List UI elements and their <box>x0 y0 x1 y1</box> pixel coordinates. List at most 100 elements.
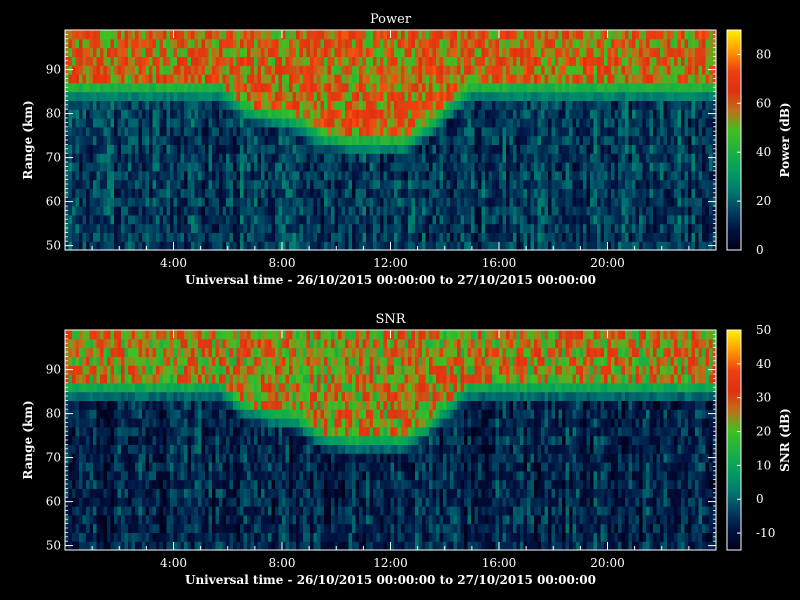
heatmap-cell <box>226 188 231 198</box>
heatmap-cell <box>229 100 234 110</box>
heatmap-cell <box>422 179 427 189</box>
heatmap-cell <box>632 162 637 172</box>
heatmap-cell <box>184 91 189 101</box>
heatmap-cell <box>243 223 248 233</box>
heatmap-cell <box>681 144 686 154</box>
heatmap-cell <box>527 65 532 75</box>
heatmap-cell <box>695 188 700 198</box>
heatmap-cell <box>226 47 231 57</box>
heatmap-cell <box>527 118 532 128</box>
heatmap-cell <box>348 100 353 110</box>
heatmap-cell <box>180 91 185 101</box>
heatmap-cell <box>100 188 105 198</box>
heatmap-cell <box>110 118 115 128</box>
heatmap-cell <box>243 179 248 189</box>
heatmap-cell <box>226 153 231 163</box>
heatmap-cell <box>362 56 367 66</box>
heatmap-cell <box>460 38 465 49</box>
heatmap-cell <box>516 47 521 57</box>
heatmap-cell <box>499 144 504 154</box>
heatmap-cell <box>691 162 696 172</box>
heatmap-cell <box>233 170 238 181</box>
heatmap-cell <box>268 91 273 101</box>
heatmap-cell <box>415 179 420 189</box>
heatmap-cell <box>142 135 147 145</box>
heatmap-cell <box>327 162 332 172</box>
heatmap-cell <box>572 153 577 163</box>
heatmap-cell <box>275 214 280 225</box>
heatmap-cell <box>663 100 668 110</box>
heatmap-cell <box>597 126 602 137</box>
heatmap-cell <box>121 197 126 207</box>
heatmap-cell <box>271 100 276 110</box>
heatmap-cell <box>418 126 423 137</box>
heatmap-cell <box>446 82 451 93</box>
heatmap-cell <box>114 65 119 75</box>
heatmap-cell <box>355 126 360 137</box>
heatmap-cell <box>474 135 479 145</box>
heatmap-cell <box>534 100 539 110</box>
heatmap-cell <box>128 65 133 75</box>
heatmap-cell <box>107 197 112 207</box>
heatmap-cell <box>506 126 511 137</box>
heatmap-cell <box>68 56 73 66</box>
heatmap-cell <box>544 82 549 93</box>
heatmap-cell <box>425 56 430 66</box>
heatmap-cell <box>670 126 675 137</box>
heatmap-cell <box>555 241 560 251</box>
heatmap-cell <box>110 135 115 145</box>
heatmap-cell <box>180 232 185 242</box>
heatmap-cell <box>250 118 255 128</box>
heatmap-cell <box>201 109 206 119</box>
heatmap-cell <box>562 118 567 128</box>
heatmap-cell <box>100 30 105 40</box>
heatmap-cell <box>439 135 444 145</box>
heatmap-cell <box>695 135 700 145</box>
heatmap-cell <box>278 135 283 145</box>
heatmap-cell <box>436 135 441 145</box>
heatmap-cell <box>75 170 80 181</box>
heatmap-cell <box>313 223 318 233</box>
heatmap-cell <box>548 74 553 84</box>
heatmap-cell <box>324 153 329 163</box>
heatmap-cell <box>474 47 479 57</box>
heatmap-cell <box>646 188 651 198</box>
heatmap-cell <box>702 135 707 145</box>
heatmap-cell <box>471 144 476 154</box>
heatmap-cell <box>495 91 500 101</box>
heatmap-cell <box>103 144 108 154</box>
heatmap-cell <box>205 109 210 119</box>
heatmap-cell <box>593 38 598 49</box>
heatmap-cell <box>219 30 224 40</box>
heatmap-cell <box>205 232 210 242</box>
heatmap-cell <box>72 214 77 225</box>
heatmap-cell <box>569 126 574 137</box>
heatmap-cell <box>481 82 486 93</box>
heatmap-cell <box>278 144 283 154</box>
heatmap-cell <box>681 109 686 119</box>
heatmap-cell <box>149 188 154 198</box>
heatmap-cell <box>194 30 199 40</box>
heatmap-cell <box>404 56 409 66</box>
heatmap-cell <box>663 135 668 145</box>
heatmap-cell <box>79 232 84 242</box>
heatmap-cell <box>460 82 465 93</box>
heatmap-cell <box>233 223 238 233</box>
heatmap-cell <box>649 206 654 216</box>
heatmap-cell <box>516 206 521 216</box>
heatmap-cell <box>390 223 395 233</box>
heatmap-cell <box>481 144 486 154</box>
heatmap-cell <box>173 241 178 251</box>
heatmap-cell <box>590 65 595 75</box>
heatmap-cell <box>362 126 367 137</box>
heatmap-cell <box>660 197 665 207</box>
heatmap-cell <box>226 91 231 101</box>
heatmap-cell <box>338 170 343 181</box>
heatmap-cell <box>240 241 245 251</box>
heatmap-cell <box>579 232 584 242</box>
heatmap-cell <box>369 232 374 242</box>
heatmap-cell <box>695 179 700 189</box>
heatmap-cell <box>299 197 304 207</box>
heatmap-cell <box>390 214 395 225</box>
heatmap-cell <box>705 100 710 110</box>
